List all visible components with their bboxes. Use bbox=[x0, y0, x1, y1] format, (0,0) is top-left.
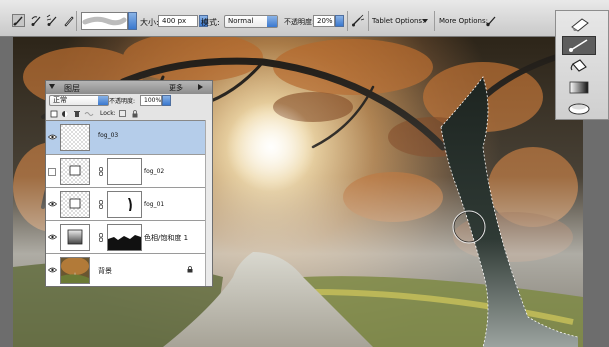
size-field[interactable]: 400 px bbox=[158, 15, 198, 27]
eye-icon[interactable] bbox=[48, 234, 57, 240]
layers-panel: 图层 更多 正常 不透明度: 100% Lock: fog_03 fog_02 … bbox=[45, 80, 213, 287]
layer-row-fog03[interactable]: fog_03 bbox=[46, 121, 205, 155]
layer-row-background[interactable]: 背景 bbox=[46, 254, 205, 286]
layer-name: fog_02 bbox=[144, 168, 165, 175]
blend-row: 正常 不透明度: 100% bbox=[46, 94, 212, 109]
panel-menu-icon[interactable] bbox=[198, 84, 203, 90]
layer-mask-thumbnail bbox=[107, 224, 142, 251]
eye-icon[interactable] bbox=[48, 267, 57, 273]
chain-link-icon[interactable] bbox=[99, 233, 103, 242]
collapse-icon[interactable] bbox=[49, 84, 55, 89]
more-options-label[interactable]: More Options: bbox=[439, 17, 488, 25]
adjustment-layer-icon[interactable] bbox=[61, 110, 70, 118]
separator bbox=[76, 11, 77, 31]
brush-dropdown-arrow[interactable] bbox=[128, 12, 137, 30]
layer-list: fog_03 fog_02 fog_01 色相/饱和度 1 背景 bbox=[46, 120, 205, 286]
airbrush-icon[interactable] bbox=[351, 14, 365, 27]
tools-panel bbox=[555, 10, 609, 120]
brush-preview bbox=[81, 12, 128, 30]
layer-thumbnail bbox=[60, 124, 90, 151]
chevron-down-icon bbox=[267, 16, 277, 27]
layer-name: 色相/饱和度 1 bbox=[144, 234, 189, 242]
link-layers-icon[interactable] bbox=[84, 111, 94, 117]
pencil-icon[interactable] bbox=[62, 14, 75, 27]
layer-row-hue-saturation[interactable]: 色相/饱和度 1 bbox=[46, 221, 205, 254]
chevron-down-icon bbox=[98, 96, 108, 105]
layer-mask-thumbnail bbox=[107, 191, 142, 218]
opacity-label: 不透明度: bbox=[284, 18, 315, 26]
eye-icon[interactable] bbox=[48, 134, 57, 140]
new-layer-icon[interactable] bbox=[50, 110, 58, 118]
layers-panel-header[interactable]: 图层 更多 bbox=[46, 81, 212, 94]
layer-list-scrollbar[interactable] bbox=[205, 120, 212, 286]
visibility-toggle[interactable] bbox=[48, 168, 56, 176]
layer-tools-row: Lock: bbox=[46, 109, 212, 120]
trash-icon[interactable] bbox=[74, 110, 80, 118]
lock-icon[interactable] bbox=[132, 110, 138, 118]
size-label: 大小: bbox=[140, 18, 159, 27]
chain-link-icon[interactable] bbox=[99, 200, 103, 209]
layer-name: fog_03 bbox=[98, 132, 119, 139]
opacity-spinner[interactable] bbox=[335, 15, 344, 27]
tablet-options-label[interactable]: Tablet Options: bbox=[372, 17, 424, 25]
layers-panel-title: 图层 bbox=[64, 84, 80, 93]
lock-transparency-checkbox[interactable] bbox=[119, 110, 126, 117]
separator bbox=[347, 11, 348, 31]
layer-thumbnail bbox=[60, 191, 90, 218]
paint-bucket-icon[interactable] bbox=[562, 57, 596, 76]
eraser-icon[interactable] bbox=[562, 15, 596, 34]
brush-options-icon[interactable] bbox=[485, 14, 498, 27]
chain-link-icon[interactable] bbox=[99, 167, 103, 176]
layer-mask-thumbnail bbox=[107, 158, 142, 185]
layer-opacity-spinner[interactable] bbox=[162, 95, 171, 106]
blend-mode-select[interactable]: 正常 bbox=[49, 95, 109, 106]
art-history-brush-icon[interactable] bbox=[46, 14, 59, 27]
smudge-icon[interactable] bbox=[562, 99, 596, 118]
layer-opacity-label: 不透明度: bbox=[109, 98, 136, 105]
history-brush-icon[interactable] bbox=[30, 14, 43, 27]
brush-icon[interactable] bbox=[562, 36, 596, 55]
mode-select[interactable]: Normal bbox=[224, 15, 278, 28]
layer-opacity-field[interactable]: 100% bbox=[140, 95, 162, 106]
options-bar: 大小: 400 px 模式: Normal 不透明度: 20% Tablet O… bbox=[0, 0, 609, 37]
eye-icon[interactable] bbox=[48, 201, 57, 207]
opacity-field[interactable]: 20% bbox=[313, 15, 335, 27]
layer-row-fog02[interactable]: fog_02 bbox=[46, 155, 205, 188]
background-thumbnail bbox=[60, 257, 90, 284]
adjustment-thumbnail bbox=[60, 224, 90, 251]
layer-row-fog01[interactable]: fog_01 bbox=[46, 188, 205, 221]
tablet-options-dropdown-icon[interactable] bbox=[422, 19, 428, 23]
layer-thumbnail bbox=[60, 158, 90, 185]
mode-select-value: Normal bbox=[228, 17, 254, 25]
lock-label: Lock: bbox=[100, 110, 116, 117]
brush-tool-icon[interactable] bbox=[12, 14, 25, 27]
separator bbox=[434, 11, 435, 31]
blend-mode-value: 正常 bbox=[53, 96, 67, 104]
separator bbox=[368, 11, 369, 31]
layer-name: 背景 bbox=[98, 267, 112, 275]
brush-preset-picker[interactable] bbox=[81, 12, 137, 30]
layer-name: fog_01 bbox=[144, 201, 165, 208]
panel-menu-label[interactable]: 更多 bbox=[169, 83, 183, 93]
lock-icon bbox=[187, 266, 193, 273]
mode-label: 模式: bbox=[201, 18, 220, 27]
gradient-icon[interactable] bbox=[562, 78, 596, 97]
